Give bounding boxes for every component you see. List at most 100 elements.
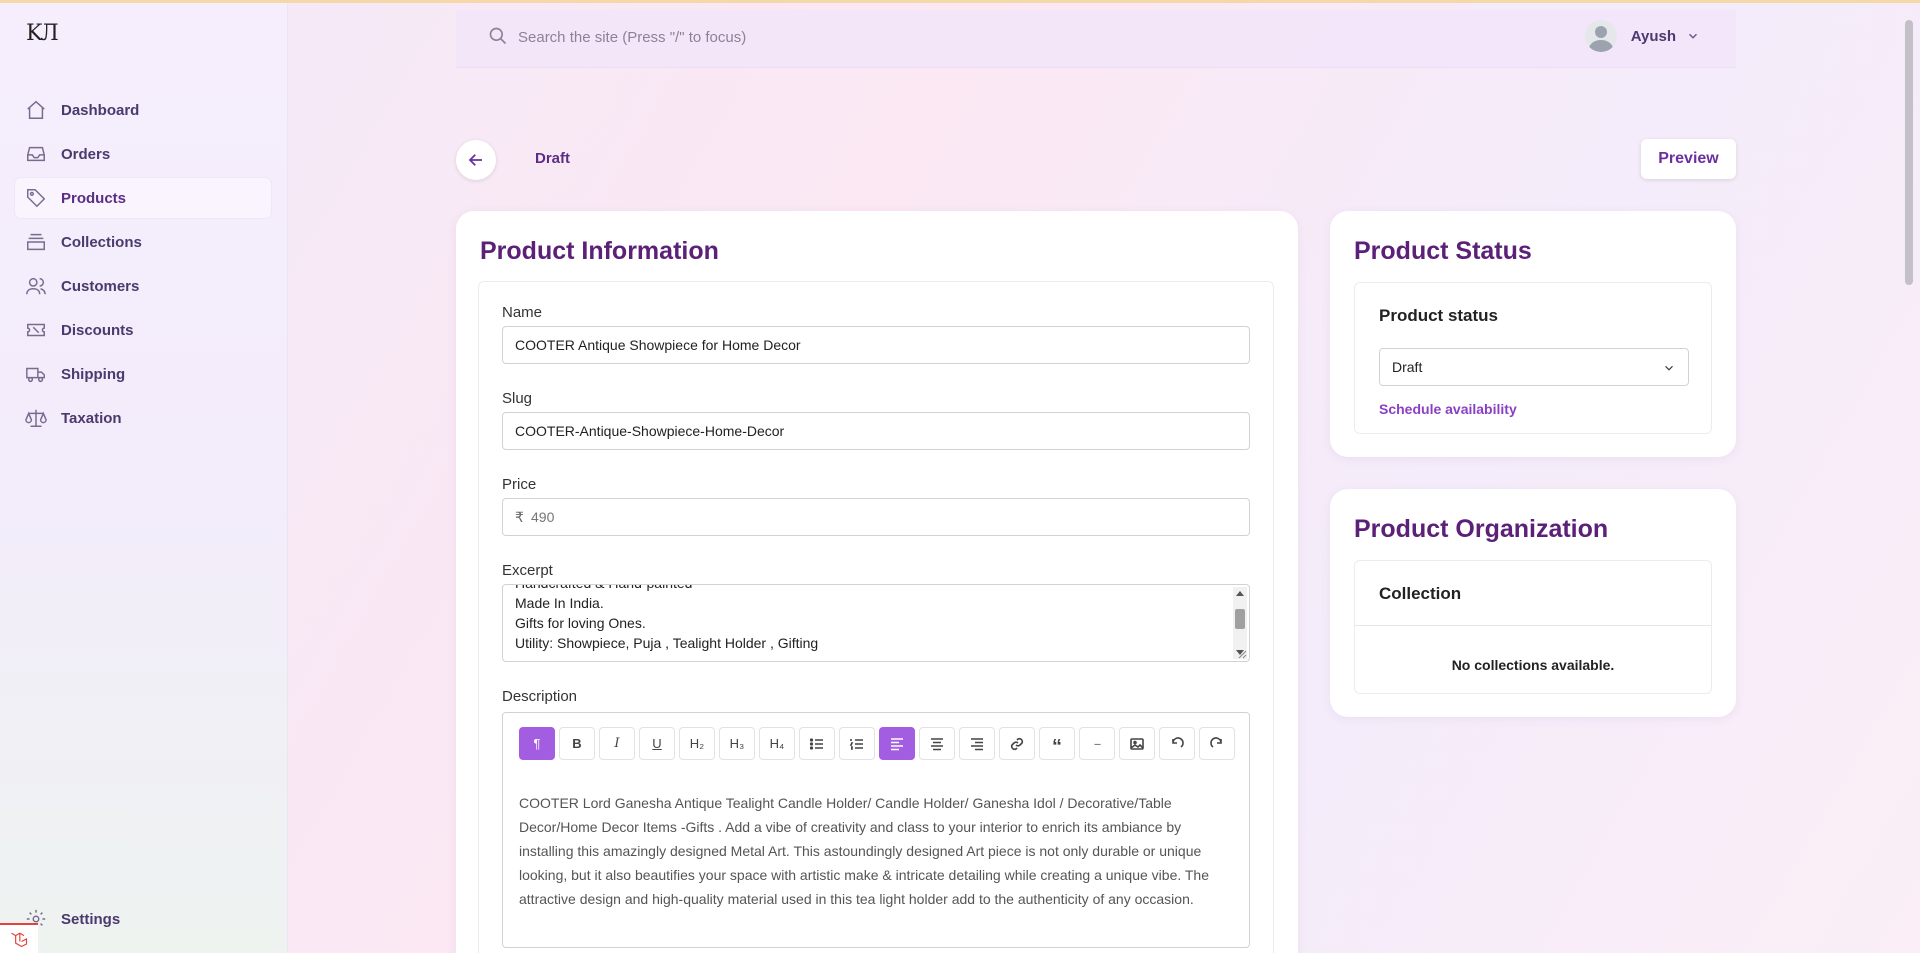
align-center-button[interactable] [919,727,955,760]
product-form: Name Slug Price ₹ Excerpt Handcrafted & … [478,281,1274,953]
sidebar-item-dashboard[interactable]: Dashboard [15,90,271,130]
redo-button[interactable] [1199,727,1235,760]
sidebar: KЛ Dashboard Orders Products Collections… [0,3,288,953]
redo-icon [1210,736,1222,748]
slug-label: Slug [502,390,533,407]
description-text[interactable]: COOTER Lord Ganesha Antique Tealight Can… [519,791,1231,911]
product-organization-card: Product Organization Collection No colle… [1330,489,1736,717]
h4-button[interactable]: H₄ [759,727,795,760]
schedule-availability-link[interactable]: Schedule availability [1379,401,1517,417]
currency-symbol: ₹ [515,509,524,525]
chevron-down-icon [1665,365,1673,371]
excerpt-line: Utility: Showpiece, Puja , Tealight Hold… [515,635,819,651]
bullet-list-button[interactable] [799,727,835,760]
scroll-thumb[interactable] [1235,609,1245,629]
chevron-down-icon [1688,33,1698,39]
sidebar-item-orders[interactable]: Orders [15,134,271,174]
align-center-icon [931,737,943,750]
collection-section: Collection No collections available. [1354,560,1712,694]
user-menu[interactable]: Ayush [1584,20,1700,52]
sidebar-item-label: Customers [61,277,140,295]
align-right-icon [971,737,983,750]
user-name: Ayush [1630,27,1676,45]
paragraph-button[interactable]: ¶ [519,727,555,760]
sidebar-item-customers[interactable]: Customers [15,266,271,306]
price-label: Price [502,476,537,493]
ticket-icon [27,323,45,337]
sidebar-item-taxation[interactable]: Taxation [15,398,271,438]
sidebar-item-label: Discounts [61,321,134,339]
sidebar-nav: Dashboard Orders Products Collections Cu… [15,90,271,442]
resize-handle-icon[interactable] [1237,649,1247,659]
preview-button[interactable]: Preview [1641,139,1736,179]
align-left-button[interactable] [879,727,915,760]
status-select-value: Draft [1392,359,1423,375]
app-logo[interactable]: KЛ [26,21,59,46]
price-field-wrapper: ₹ [502,498,1250,536]
status-select[interactable]: Draft [1379,348,1689,386]
ordered-list-button[interactable] [839,727,875,760]
page-scrollbar[interactable] [1905,20,1913,285]
sidebar-item-products[interactable]: Products [15,178,271,218]
sidebar-item-label: Collections [61,233,142,251]
image-button[interactable] [1119,727,1155,760]
search-icon [489,27,507,45]
excerpt-field[interactable]: Handcrafted & Hand-painted Made In India… [502,584,1250,662]
underline-button[interactable]: U [639,727,675,760]
slug-field[interactable] [502,412,1250,450]
horizontal-rule-button[interactable]: --- [1079,727,1115,760]
price-field[interactable] [531,505,1231,529]
sidebar-settings: Settings [15,899,271,943]
sidebar-item-shipping[interactable]: Shipping [15,354,271,394]
top-bar: Ayush [456,10,1736,68]
sidebar-item-label: Taxation [61,409,122,427]
collection-label: Collection [1379,584,1462,603]
excerpt-line: Gifts for loving Ones. [515,615,646,631]
collection-icon [27,233,45,251]
card-title: Product Information [480,237,719,265]
top-accent-line [0,0,1920,3]
inbox-icon [27,146,45,162]
h3-button[interactable]: H₃ [719,727,755,760]
undo-button[interactable] [1159,727,1195,760]
bold-button[interactable]: B [559,727,595,760]
sidebar-item-label: Orders [61,145,111,163]
scroll-up-arrow[interactable] [1236,591,1244,596]
sidebar-item-settings[interactable]: Settings [15,899,271,939]
card-title: Product Status [1354,237,1532,265]
align-right-button[interactable] [959,727,995,760]
empty-collections-message: No collections available. [1451,657,1615,673]
excerpt-line: Made In India. [515,595,604,611]
description-editor[interactable]: ¶ B I U H₂ H₃ H₄ “ --- COOTER Lord Ganes… [502,712,1250,948]
sidebar-item-collections[interactable]: Collections [15,222,271,262]
sidebar-item-label: Shipping [61,365,126,383]
card-title: Product Organization [1354,515,1609,543]
scale-icon [25,409,47,427]
image-icon [1130,737,1144,750]
sidebar-item-label: Dashboard [61,101,140,119]
truck-icon [26,367,45,383]
name-field[interactable] [502,326,1250,364]
description-label: Description [502,688,578,705]
sidebar-item-discounts[interactable]: Discounts [15,310,271,350]
editor-toolbar: ¶ B I U H₂ H₃ H₄ “ --- [519,727,1239,760]
search-input[interactable] [518,22,1118,52]
bullet-list-icon [809,737,823,750]
excerpt-line: Handcrafted & Hand-painted [515,585,818,593]
back-button[interactable] [456,140,496,180]
undo-icon [1172,736,1184,748]
status-subtitle: Product status [1379,306,1499,325]
align-left-icon [891,737,903,750]
italic-button[interactable]: I [599,727,635,760]
excerpt-text: Handcrafted & Hand-painted Made In India… [515,585,819,653]
divider [1355,625,1711,626]
link-button[interactable] [999,727,1035,760]
quote-button[interactable]: “ [1039,727,1075,760]
laravel-debug-icon[interactable] [0,923,38,953]
tag-icon [27,189,46,208]
link-icon [1010,737,1024,750]
excerpt-label: Excerpt [502,562,553,579]
users-icon [26,277,46,295]
h2-button[interactable]: H₂ [679,727,715,760]
product-information-card: Product Information Name Slug Price ₹ Ex… [456,211,1298,953]
